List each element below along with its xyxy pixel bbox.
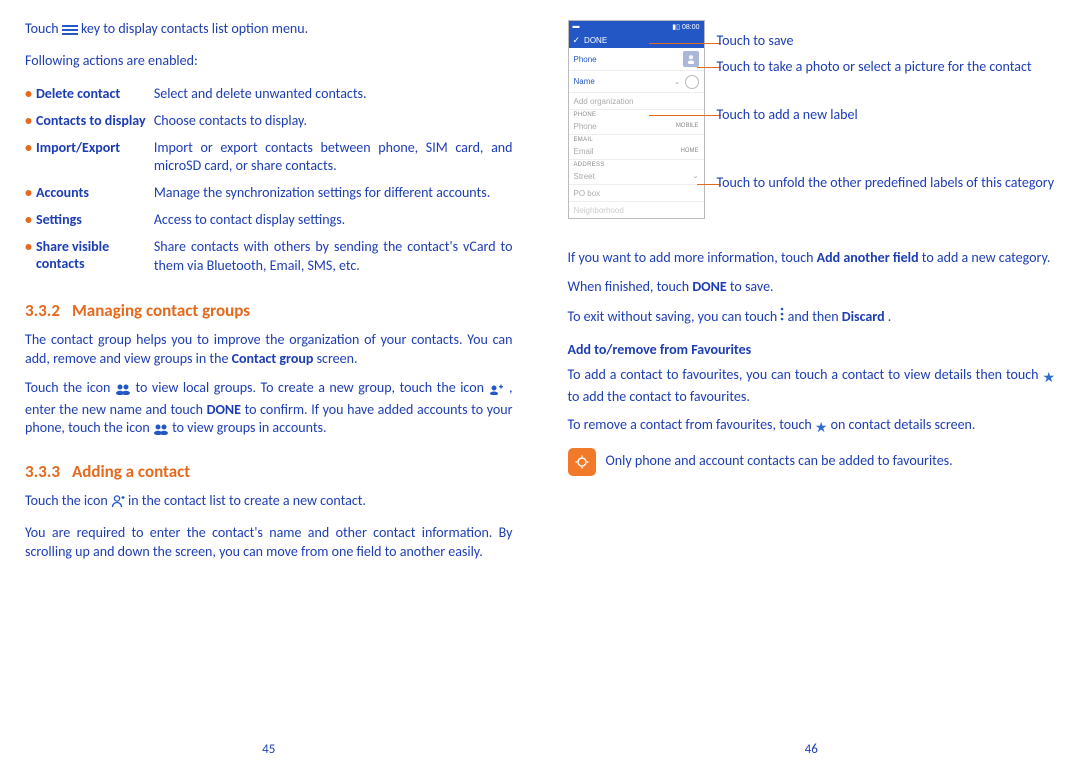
overflow-menu-icon <box>780 307 784 327</box>
circle-icon <box>685 75 699 89</box>
option-desc: Choose contacts to display. <box>154 108 513 135</box>
favourites-paragraph-1: To add a contact to favourites, you can … <box>568 366 1056 407</box>
callout-unfold: Touch to unfold the other predefined lab… <box>717 174 1055 192</box>
option-label: Settings <box>36 207 154 234</box>
tip-icon <box>568 448 596 476</box>
phone-name-row: Name ⌄ <box>569 71 704 93</box>
option-label: Import/Export <box>36 135 154 181</box>
group-local-icon <box>115 382 131 401</box>
contact-photo-icon <box>683 51 699 67</box>
table-row: • Delete contact Select and delete unwan… <box>25 81 513 108</box>
heading-3-3-2: 3.3.2Managing contact groups <box>25 300 513 321</box>
table-row: • Share visible contacts Share contacts … <box>25 234 513 280</box>
tip-text: Only phone and account contacts can be a… <box>606 448 953 469</box>
page-46: ▬ ▮▯ 08:00 ✓ DONE Phone Name ⌄ <box>568 20 1056 747</box>
tip-row: Only phone and account contacts can be a… <box>568 448 1056 476</box>
phone-done-bar: ✓ DONE <box>569 32 704 48</box>
phone-account-row: Phone <box>569 48 704 71</box>
chevron-down-icon: ⌄ <box>674 79 680 86</box>
phone-mockup: ▬ ▮▯ 08:00 ✓ DONE Phone Name ⌄ <box>568 20 705 219</box>
page-number: 46 <box>568 742 1056 757</box>
option-label: Contacts to display <box>36 108 154 135</box>
phone-email-row: Email HOME <box>569 143 704 160</box>
phone-section-label: EMAIL <box>569 135 704 143</box>
option-desc: Select and delete unwanted contacts. <box>154 81 513 108</box>
callout-leader <box>649 43 721 44</box>
favourites-heading: Add to/remove from Favourites <box>568 341 1056 358</box>
phone-add-org-row: Add organization <box>569 93 704 110</box>
favourites-paragraph-2: To remove a contact from favourites, tou… <box>568 416 1056 438</box>
option-label: Delete contact <box>36 81 154 108</box>
phone-pobox-row: PO box <box>569 185 704 202</box>
check-icon: ✓ <box>573 35 581 46</box>
following-actions: Following actions are enabled: <box>25 52 513 71</box>
table-row: • Import/Export Import or export contact… <box>25 135 513 181</box>
page-number: 45 <box>25 742 513 757</box>
heading-3-3-3: 3.3.3Adding a contact <box>25 461 513 482</box>
table-row: • Settings Access to contact display set… <box>25 207 513 234</box>
group-add-icon <box>488 382 504 401</box>
callouts-column: Touch to save Touch to take a photo or s… <box>717 20 1056 219</box>
intro-line: Touch key to display contacts list optio… <box>25 20 513 42</box>
phone-section-label: PHONE <box>569 110 704 118</box>
phone-section-label: ADDRESS <box>569 160 704 168</box>
callout-photo: Touch to take a photo or select a pictur… <box>717 58 1032 76</box>
add-contact-icon <box>111 494 125 514</box>
discard-paragraph: To exit without saving, you can touch an… <box>568 307 1056 327</box>
option-label: Accounts <box>36 180 154 207</box>
options-table: • Delete contact Select and delete unwan… <box>25 81 513 280</box>
callout-label: Touch to add a new label <box>717 106 858 124</box>
callout-leader <box>649 115 721 116</box>
phone-illustration: ▬ ▮▯ 08:00 ✓ DONE Phone Name ⌄ <box>568 20 1056 219</box>
option-desc: Access to contact display settings. <box>154 207 513 234</box>
group-accounts-icon <box>153 422 169 441</box>
phone-street-row: Street ⌄ <box>569 168 704 185</box>
chevron-down-icon: ⌄ <box>693 172 699 180</box>
table-row: • Contacts to display Choose contacts to… <box>25 108 513 135</box>
star-icon: ★ <box>1042 369 1055 388</box>
table-row: • Accounts Manage the synchronization se… <box>25 180 513 207</box>
option-label: Share visible contacts <box>36 234 154 280</box>
page-45: Touch key to display contacts list optio… <box>25 20 513 747</box>
callout-save: Touch to save <box>717 32 794 50</box>
phone-neighborhood-row: Neighborhood <box>569 202 704 218</box>
signal-icon: ▬ <box>573 23 580 30</box>
battery-icon: ▮▯ <box>672 24 680 31</box>
add-contact-paragraph-2: You are required to enter the contact's … <box>25 524 513 562</box>
star-icon: ★ <box>815 419 828 438</box>
done-paragraph: When finished, touch DONE to save. <box>568 278 1056 297</box>
option-desc: Import or export contacts between phone,… <box>154 135 513 181</box>
phone-status-bar: ▬ ▮▯ 08:00 <box>569 21 704 32</box>
groups-paragraph-2: Touch the icon to view local groups. To … <box>25 379 513 442</box>
option-desc: Manage the synchronization settings for … <box>154 180 513 207</box>
groups-paragraph-1: The contact group helps you to improve t… <box>25 331 513 369</box>
add-contact-paragraph-1: Touch the icon in the contact list to cr… <box>25 492 513 514</box>
add-field-paragraph: If you want to add more information, tou… <box>568 249 1056 268</box>
option-desc: Share contacts with others by sending th… <box>154 234 513 280</box>
menu-icon <box>62 23 78 42</box>
phone-phone-row: Phone MOBILE <box>569 118 704 135</box>
